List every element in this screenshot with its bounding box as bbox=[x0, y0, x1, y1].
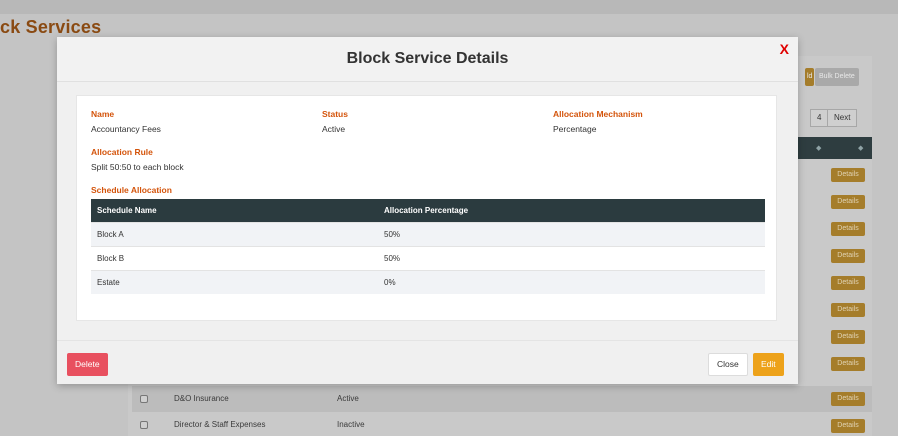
allocation-mechanism-field: Allocation Mechanism Percentage bbox=[553, 109, 643, 134]
allocation-mechanism-value: Percentage bbox=[553, 124, 597, 134]
status-field: Status Active bbox=[322, 109, 348, 134]
top-bar bbox=[0, 0, 898, 14]
pager-page-4[interactable]: 4 bbox=[810, 109, 829, 127]
table-row[interactable]: D&O Insurance Active bbox=[132, 386, 872, 412]
details-button[interactable]: Details bbox=[831, 303, 865, 317]
modal-title: Block Service Details bbox=[346, 50, 509, 67]
block-service-details-modal: Block Service Details X Name Accountancy… bbox=[57, 37, 798, 384]
details-button[interactable]: Details bbox=[831, 276, 865, 290]
schedule-name-cell: Block A bbox=[91, 221, 378, 246]
pager-next[interactable]: Next bbox=[827, 109, 858, 127]
details-button[interactable]: Details bbox=[831, 419, 865, 433]
row-name: Director & Staff Expenses bbox=[174, 420, 266, 429]
details-card: Name Accountancy Fees Status Active Allo… bbox=[76, 95, 777, 321]
close-button[interactable]: Close bbox=[708, 353, 748, 376]
table-row[interactable]: Director & Staff Expenses Inactive bbox=[132, 412, 872, 436]
table-header-row: Schedule Name Allocation Percentage bbox=[91, 199, 765, 222]
details-button[interactable]: Details bbox=[831, 330, 865, 344]
allocation-percentage-cell: 0% bbox=[378, 269, 765, 294]
details-button[interactable]: Details bbox=[831, 168, 865, 182]
status-value: Active bbox=[322, 124, 346, 134]
modal-header: Block Service Details X bbox=[57, 37, 798, 82]
sort-icon[interactable]: ◆ bbox=[858, 144, 863, 152]
row-status: Active bbox=[337, 394, 359, 403]
details-button[interactable]: Details bbox=[831, 222, 865, 236]
edit-button[interactable]: Edit bbox=[753, 353, 784, 376]
details-button[interactable]: Details bbox=[831, 195, 865, 209]
details-button[interactable]: Details bbox=[831, 357, 865, 371]
add-button[interactable]: ld bbox=[805, 68, 815, 86]
modal-footer: Delete Close Edit bbox=[57, 340, 798, 384]
schedule-allocation-label: Schedule Allocation bbox=[91, 185, 172, 195]
bulk-delete-button[interactable]: Bulk Delete bbox=[815, 68, 859, 86]
close-icon[interactable]: X bbox=[780, 41, 789, 57]
page-title: ck Services bbox=[0, 17, 102, 37]
details-button[interactable]: Details bbox=[831, 249, 865, 263]
allocation-rule-label: Allocation Rule bbox=[91, 147, 153, 157]
table-row: Block A 50% bbox=[91, 221, 765, 246]
allocation-mechanism-label: Allocation Mechanism bbox=[553, 109, 643, 119]
row-name: D&O Insurance bbox=[174, 394, 229, 403]
allocation-percentage-cell: 50% bbox=[378, 245, 765, 270]
details-button[interactable]: Details bbox=[831, 392, 865, 406]
row-checkbox[interactable] bbox=[140, 421, 148, 429]
row-checkbox[interactable] bbox=[140, 395, 148, 403]
column-header-schedule-name: Schedule Name bbox=[91, 199, 378, 222]
table-row: Estate 0% bbox=[91, 269, 765, 294]
delete-button[interactable]: Delete bbox=[67, 353, 108, 376]
allocation-rule-field: Allocation Rule Split 50:50 to each bloc… bbox=[91, 147, 184, 172]
name-value: Accountancy Fees bbox=[91, 124, 161, 134]
sort-icon[interactable]: ◆ bbox=[816, 144, 821, 152]
column-header-allocation-percentage: Allocation Percentage bbox=[378, 199, 765, 222]
row-status: Inactive bbox=[337, 420, 365, 429]
schedule-name-cell: Block B bbox=[91, 245, 378, 270]
name-field: Name Accountancy Fees bbox=[91, 109, 161, 134]
allocation-percentage-cell: 50% bbox=[378, 221, 765, 246]
name-label: Name bbox=[91, 109, 115, 119]
status-label: Status bbox=[322, 109, 348, 119]
table-row: Block B 50% bbox=[91, 245, 765, 270]
allocation-rule-value: Split 50:50 to each block bbox=[91, 162, 184, 172]
schedule-allocation-table: Schedule Name Allocation Percentage Bloc… bbox=[91, 199, 765, 294]
schedule-name-cell: Estate bbox=[91, 269, 378, 294]
